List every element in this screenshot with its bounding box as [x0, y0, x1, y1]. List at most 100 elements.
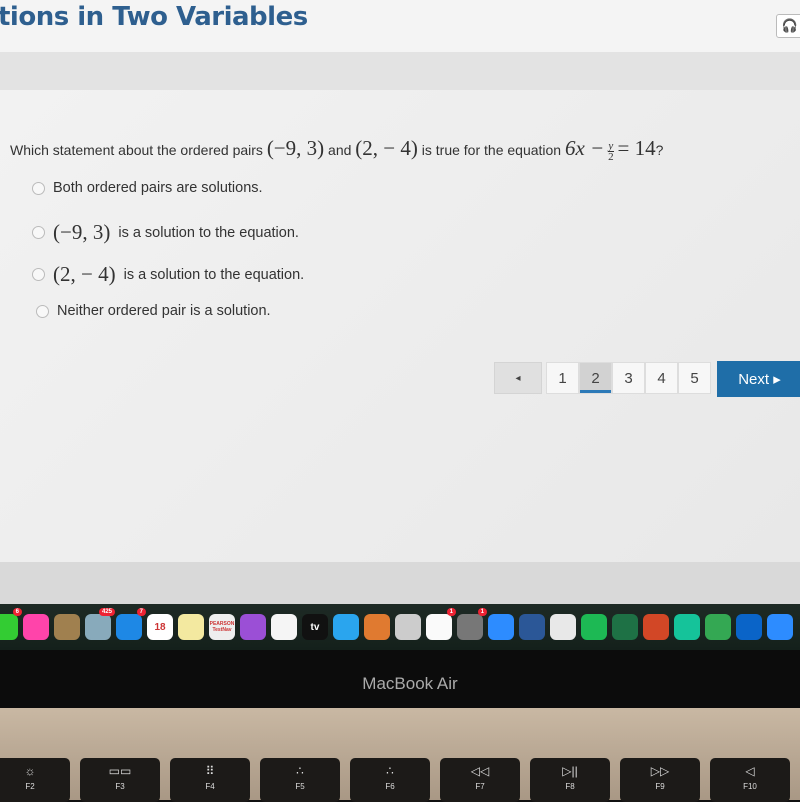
key-glyph-icon: ▷||	[562, 764, 578, 778]
option-neither[interactable]: Neither ordered pair is a solution.	[36, 303, 271, 319]
key-glyph-icon: ☼	[24, 764, 36, 778]
option-both[interactable]: Both ordered pairs are solutions.	[32, 180, 263, 196]
key-label: F3	[115, 782, 125, 791]
zoom-icon[interactable]	[488, 614, 514, 640]
facetime-icon[interactable]: 6	[0, 608, 22, 640]
question-text: Which statement about the ordered pairs …	[10, 136, 663, 162]
next-button[interactable]: Next ▸	[717, 361, 800, 397]
and-word: and	[328, 142, 352, 158]
key-f6[interactable]: ∴ F6	[350, 758, 430, 802]
key-label: F2	[25, 782, 35, 791]
notification-badge: 6	[12, 608, 22, 616]
option-math: (2, − 4)	[53, 262, 116, 286]
pearson-testnav-icon[interactable]: PEARSON TestNav	[209, 614, 235, 640]
system-preferences-icon[interactable]: 1	[457, 608, 487, 640]
reminders-icon[interactable]: 1	[426, 608, 456, 640]
zoom-2-icon[interactable]	[767, 614, 793, 640]
pair-2: (2, − 4)	[355, 136, 418, 160]
laptop-brand: MacBook Air	[362, 674, 458, 693]
key-label: F7	[475, 782, 485, 791]
question-mid: is true for the equation	[421, 142, 562, 158]
previous-button[interactable]: ◂	[494, 362, 542, 394]
page-4[interactable]: 4	[645, 362, 678, 394]
page-2-current[interactable]: 2	[579, 362, 612, 394]
notification-badge: 7	[136, 608, 146, 616]
key-glyph-icon: ▭▭	[108, 764, 132, 778]
messages-icon[interactable]	[333, 614, 359, 640]
radio-button[interactable]	[32, 181, 45, 195]
key-label: F6	[385, 782, 395, 791]
page-5[interactable]: 5	[678, 362, 711, 394]
screen-lower-area	[0, 562, 800, 604]
key-f9[interactable]: ▷▷ F9	[620, 758, 700, 802]
podcasts-icon[interactable]	[240, 614, 266, 640]
key-f10[interactable]: ◁ F10	[710, 758, 790, 802]
question-mark: ?	[655, 142, 664, 158]
word-icon[interactable]	[519, 614, 545, 640]
fraction-numerator: y	[608, 139, 614, 152]
google-chat-icon[interactable]	[705, 614, 731, 640]
key-f2[interactable]: ☼ F2	[0, 758, 70, 802]
fraction: y2	[608, 139, 614, 163]
notification-badge: 1	[446, 608, 456, 616]
page-title: tions in Two Variables	[0, 2, 308, 32]
page-3[interactable]: 3	[612, 362, 645, 394]
headset-icon[interactable]: 🎧	[776, 14, 800, 38]
title-bar: tions in Two Variables 🎧	[0, 0, 800, 52]
key-f5[interactable]: ∴ F5	[260, 758, 340, 802]
option-label: is a solution to the equation.	[123, 266, 305, 283]
key-glyph-icon: ∴	[386, 764, 394, 778]
calendar-icon[interactable]: 18	[147, 614, 173, 640]
option-label: Both ordered pairs are solutions.	[53, 180, 263, 196]
key-glyph-icon: ⠿	[205, 764, 215, 778]
toolbar-band	[0, 52, 800, 90]
key-f4[interactable]: ⠿ F4	[170, 758, 250, 802]
preview-icon[interactable]: 425	[85, 608, 115, 640]
key-glyph-icon: ◁	[745, 764, 755, 778]
key-label: F5	[295, 782, 305, 791]
key-f7[interactable]: ◁◁ F7	[440, 758, 520, 802]
option-pair-2[interactable]: (2, − 4) is a solution to the equation.	[32, 262, 304, 287]
roblox-icon[interactable]	[395, 614, 421, 640]
key-f3[interactable]: ▭▭ F3	[80, 758, 160, 802]
equation-right: = 14	[617, 136, 656, 160]
key-glyph-icon: ◁◁	[470, 764, 490, 778]
notes-icon[interactable]	[178, 614, 204, 640]
chrome-icon[interactable]	[550, 614, 576, 640]
page-1[interactable]: 1	[546, 362, 579, 394]
option-label: is a solution to the equation.	[118, 224, 299, 241]
key-glyph-icon: ▷▷	[650, 764, 670, 778]
key-f8[interactable]: ▷|| F8	[530, 758, 610, 802]
key-label: F4	[205, 782, 215, 791]
dock-icon-label: 18	[154, 621, 166, 633]
pagination: ◂ 1 2 3 4 5	[494, 362, 711, 394]
dock-icon-label: PEARSON TestNav	[209, 621, 235, 633]
spotify-icon[interactable]	[581, 614, 607, 640]
dock: 6 425 7 18 PEARSON TestNav tv 1 1	[0, 604, 800, 650]
option-pair-1[interactable]: (−9, 3) is a solution to the equation.	[32, 220, 299, 245]
option-math: (−9, 3)	[53, 220, 111, 244]
grammarly-icon[interactable]	[674, 614, 700, 640]
outlook-icon[interactable]	[736, 614, 762, 640]
excel-icon[interactable]	[612, 614, 638, 640]
photos-icon[interactable]	[23, 614, 49, 640]
music-icon[interactable]	[271, 614, 297, 640]
radio-button[interactable]	[32, 268, 45, 281]
pair-1: (−9, 3)	[266, 136, 325, 160]
powerpoint-icon[interactable]	[643, 614, 669, 640]
apple-tv-icon[interactable]: tv	[302, 614, 328, 640]
app-store-icon[interactable]: 7	[116, 608, 146, 640]
page-numbers: 1 2 3 4 5	[546, 362, 711, 394]
key-label: F9	[655, 782, 665, 791]
fraction-denominator: 2	[608, 150, 614, 163]
radio-button[interactable]	[36, 304, 49, 318]
key-glyph-icon: ∴	[296, 764, 304, 778]
notes-brown-icon[interactable]	[54, 614, 80, 640]
equation-left: 6x −	[564, 136, 605, 160]
radio-button[interactable]	[32, 226, 45, 239]
option-label: Neither ordered pair is a solution.	[57, 303, 271, 319]
question-lead: Which statement about the ordered pairs	[10, 142, 263, 158]
key-label: F10	[743, 782, 757, 791]
books-icon[interactable]	[364, 614, 390, 640]
key-label: F8	[565, 782, 575, 791]
